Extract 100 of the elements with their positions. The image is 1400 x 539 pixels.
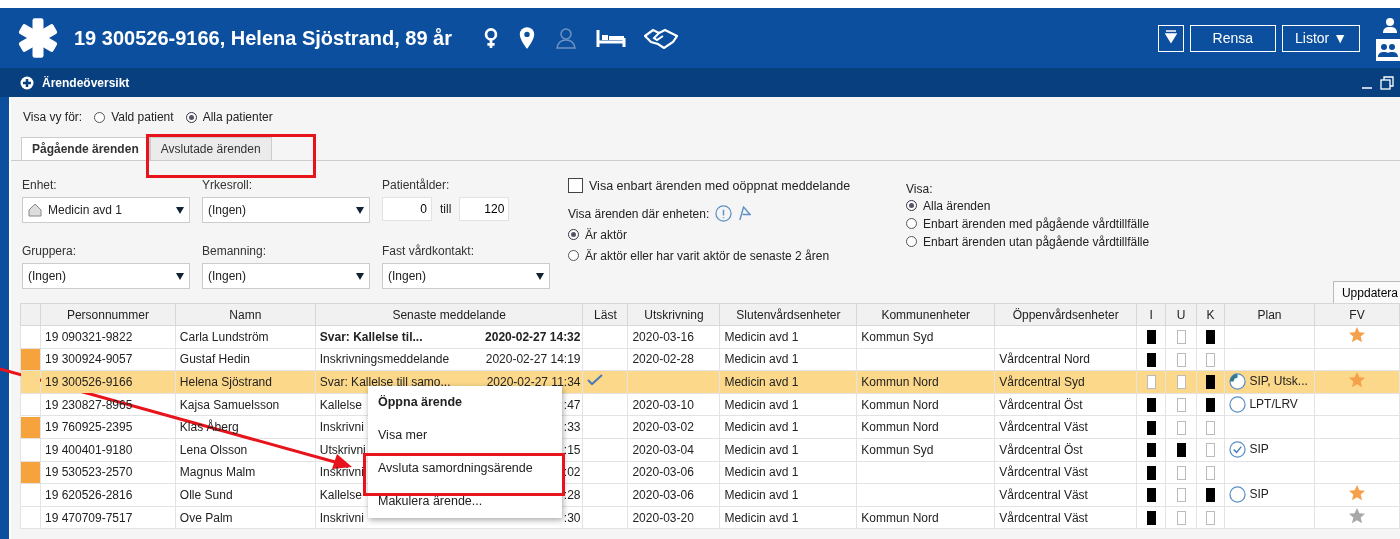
radio-label[interactable]: Vald patient bbox=[111, 110, 174, 124]
radio-label[interactable]: Enbart ärenden med pågående vårdtillfälle bbox=[923, 216, 1150, 231]
radio-label[interactable]: Alla ärenden bbox=[923, 198, 991, 213]
column-header[interactable]: Läst bbox=[583, 303, 628, 326]
panel-title: Ärendeöversikt bbox=[42, 75, 130, 90]
filter-dropdown[interactable]: (Ingen) bbox=[22, 263, 190, 289]
filter-dropdown[interactable]: (Ingen) bbox=[202, 197, 370, 223]
house-icon bbox=[28, 203, 42, 217]
tab[interactable]: Avslutade ärenden bbox=[149, 137, 272, 160]
table-cell: 2020-03-20 bbox=[632, 510, 694, 525]
group-icon[interactable] bbox=[1376, 39, 1400, 61]
table-cell: Vårdcentral Nord bbox=[999, 352, 1090, 367]
column-header[interactable]: Öppenvårdsenheter bbox=[994, 303, 1137, 326]
table-cell: Vårdcentral Syd bbox=[999, 375, 1085, 389]
table-cell: Medicin avd 1 bbox=[719, 438, 857, 462]
column-header[interactable]: Kommunenheter bbox=[856, 303, 995, 326]
table-cell: 2020-03-04 bbox=[632, 442, 694, 457]
column-header[interactable]: FV bbox=[1314, 303, 1400, 326]
table-cell: 2020-03-02 bbox=[632, 420, 694, 435]
person-icon[interactable] bbox=[554, 26, 578, 50]
filter-dropdown[interactable]: (Ingen) bbox=[382, 263, 550, 289]
table-cell: 19 470709-7517 bbox=[40, 506, 176, 529]
location-pin-icon[interactable] bbox=[518, 26, 536, 50]
message-text: Utskrivni bbox=[319, 442, 366, 457]
filter-dropdown[interactable]: Medicin avd 1 bbox=[22, 197, 190, 223]
table-cell: Vårdcentral Öst bbox=[999, 397, 1083, 412]
message-time: 2020-02-27 11:34 bbox=[486, 375, 581, 389]
radio-label[interactable]: Är aktör bbox=[585, 227, 627, 242]
column-header[interactable]: K bbox=[1196, 303, 1225, 326]
table-cell: Magnus Malm bbox=[175, 461, 316, 484]
table-cell: Medicin avd 1 bbox=[719, 325, 857, 349]
radio-label[interactable]: Enbart ärenden utan pågående vårdtillfälle bbox=[923, 234, 1150, 249]
age-from-field[interactable]: 0 bbox=[382, 197, 432, 221]
table-cell: 19 620526-2816 bbox=[40, 483, 176, 507]
table-cell: Kommun Nord bbox=[861, 397, 939, 412]
caret-icon bbox=[176, 206, 184, 214]
table-cell: Kommun Nord bbox=[861, 375, 939, 389]
table-cell: Gustaf Hedin bbox=[175, 348, 316, 371]
table-cell: Medicin avd 1 bbox=[719, 461, 857, 484]
user-icon[interactable] bbox=[1382, 17, 1398, 33]
show-label: Visa: bbox=[906, 182, 934, 196]
filter-label: Fast vårdkontakt: bbox=[382, 244, 476, 258]
radio-button[interactable] bbox=[906, 236, 917, 247]
message-time: :30 bbox=[563, 510, 581, 525]
column-header[interactable]: Personnummer bbox=[40, 303, 176, 326]
radio-button[interactable] bbox=[906, 200, 917, 211]
column-header[interactable]: Senaste meddelande bbox=[315, 303, 583, 326]
table-cell: 19 300526-9166 bbox=[40, 370, 176, 394]
lists-menu-button[interactable]: Listor ▼ bbox=[1282, 24, 1360, 52]
message-text: Inskrivni bbox=[319, 510, 364, 525]
restore-icon[interactable] bbox=[1380, 75, 1394, 90]
plus-circle-icon bbox=[20, 75, 34, 90]
radio-label[interactable]: Alla patienter bbox=[202, 110, 273, 124]
table-cell: Kommun Syd bbox=[861, 329, 934, 344]
refresh-button[interactable]: Uppdatera bbox=[1332, 281, 1400, 305]
radio-button[interactable] bbox=[185, 111, 197, 123]
context-menu-item[interactable]: Visa mer bbox=[368, 419, 562, 452]
table-cell: Vårdcentral Väst bbox=[999, 465, 1088, 480]
bed-icon[interactable] bbox=[596, 28, 626, 48]
column-header[interactable]: U bbox=[1165, 303, 1197, 326]
unread-only-checkbox[interactable]: Visa enbart ärenden med oöppnat meddelande bbox=[568, 178, 888, 193]
filter-button[interactable] bbox=[1157, 24, 1184, 52]
column-header[interactable]: Slutenvårdsenheter bbox=[719, 303, 857, 326]
column-header[interactable]: I bbox=[1136, 303, 1166, 326]
age-to-field[interactable]: 120 bbox=[459, 197, 510, 221]
radio-button[interactable] bbox=[568, 250, 579, 261]
table-cell: Medicin avd 1 bbox=[719, 393, 857, 416]
column-header[interactable]: Namn bbox=[175, 303, 316, 326]
caret-icon bbox=[356, 272, 364, 280]
radio-button[interactable] bbox=[568, 229, 579, 240]
message-time: :47 bbox=[563, 397, 581, 412]
clear-button[interactable]: Rensa bbox=[1189, 24, 1276, 52]
filter-label: Gruppera: bbox=[22, 244, 78, 258]
handshake-icon[interactable] bbox=[644, 27, 678, 49]
radio-label[interactable]: Är aktör eller har varit aktör de senaste 2 åren bbox=[585, 248, 830, 263]
table-cell: Vårdcentral Öst bbox=[999, 442, 1083, 457]
table-cell: 19 530523-2570 bbox=[40, 461, 176, 484]
filter-label: Yrkesroll: bbox=[202, 178, 253, 192]
info-icon[interactable] bbox=[715, 205, 733, 222]
table-cell: 19 300924-9057 bbox=[40, 348, 176, 371]
table-cell: Helena Sjöstrand bbox=[175, 370, 316, 394]
context-menu-item[interactable]: Makulera ärende... bbox=[368, 485, 562, 518]
table-cell: 19 400401-9180 bbox=[40, 438, 176, 462]
message-text: Kallelse bbox=[319, 397, 362, 412]
filter-dropdown[interactable]: (Ingen) bbox=[202, 263, 370, 289]
radio-button[interactable] bbox=[94, 111, 106, 123]
flag-icon[interactable] bbox=[738, 206, 752, 221]
message-time: :02 bbox=[563, 465, 581, 480]
filter-label: Enhet: bbox=[22, 178, 58, 192]
female-icon[interactable] bbox=[482, 26, 500, 50]
caret-icon bbox=[536, 272, 544, 280]
radio-button[interactable] bbox=[906, 218, 917, 229]
patient-title: 19 300526-9166, Helena Sjöstrand, 89 år bbox=[74, 26, 452, 50]
column-header[interactable]: Plan bbox=[1224, 303, 1315, 326]
filter-label: Bemanning: bbox=[202, 244, 268, 258]
tab[interactable]: Pågående ärenden bbox=[21, 137, 150, 160]
column-header[interactable]: Utskrivning bbox=[627, 303, 720, 326]
message-time: :28 bbox=[563, 487, 581, 502]
plan-text: LPT/LRV bbox=[1249, 396, 1298, 411]
context-menu-item[interactable]: Öppna ärende bbox=[368, 386, 562, 419]
